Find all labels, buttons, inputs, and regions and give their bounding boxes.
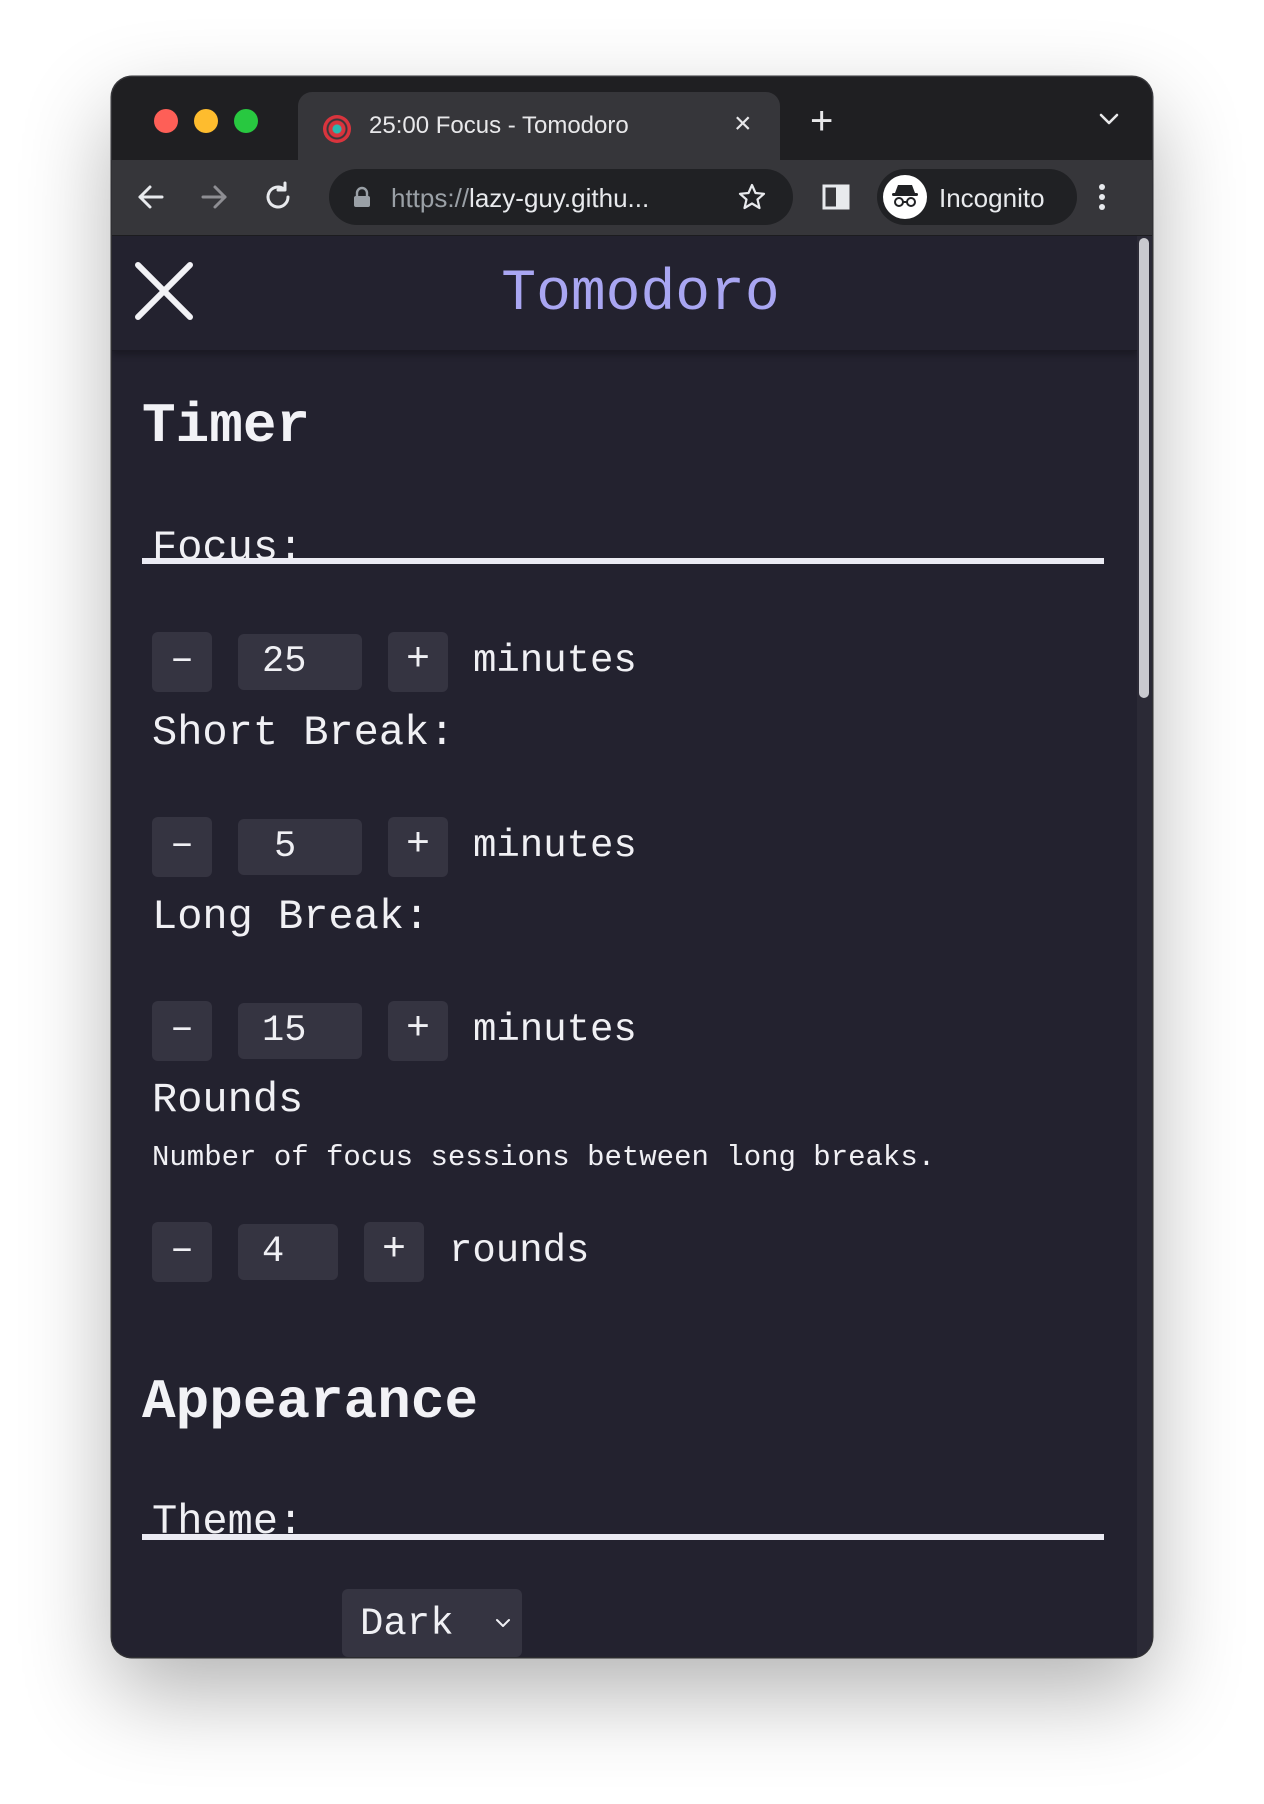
tomato-target-icon [323, 115, 351, 143]
reload-icon[interactable] [261, 180, 295, 214]
browser-toolbar: https://lazy-guy.githu... Incognito [112, 160, 1152, 236]
focus-decrement-button[interactable]: – [152, 632, 212, 692]
appearance-heading: Appearance [142, 1370, 479, 1434]
forward-arrow-icon[interactable] [197, 180, 231, 214]
short-break-unit: minutes [473, 824, 637, 868]
rounds-label: Rounds [152, 1076, 304, 1124]
app-header: Tomodoro [112, 236, 1137, 351]
short-break-decrement-button[interactable]: – [152, 817, 212, 877]
incognito-label: Incognito [939, 183, 1045, 213]
rounds-decrement-button[interactable]: – [152, 1222, 212, 1282]
long-break-unit: minutes [473, 1008, 637, 1052]
focus-minutes-input[interactable]: 25 [238, 634, 362, 690]
incognito-profile-button[interactable]: Incognito [877, 169, 1077, 225]
rounds-description: Number of focus sessions between long br… [152, 1141, 936, 1174]
url-scheme: https:// [391, 183, 470, 213]
long-break-decrement-button[interactable]: – [152, 1001, 212, 1061]
tab-strip: 25:00 Focus - Tomodoro × + [112, 77, 1152, 160]
focus-increment-button[interactable]: + [388, 632, 448, 692]
rounds-unit: rounds [449, 1229, 590, 1273]
theme-label: Theme: [152, 1498, 304, 1546]
bookmark-star-icon[interactable] [737, 182, 767, 212]
address-bar[interactable]: https://lazy-guy.githu... [329, 169, 793, 225]
app-title: Tomodoro [112, 262, 1137, 327]
minimize-window-button[interactable] [194, 109, 218, 133]
scrollbar-track[interactable] [1137, 236, 1152, 1657]
timer-heading: Timer [142, 394, 311, 458]
long-break-minutes-input[interactable]: 15 [238, 1003, 362, 1059]
short-break-increment-button[interactable]: + [388, 817, 448, 877]
theme-select[interactable]: Dark [342, 1589, 522, 1657]
close-window-button[interactable] [154, 109, 178, 133]
back-arrow-icon[interactable] [134, 180, 168, 214]
incognito-icon [883, 175, 927, 219]
long-break-label: Long Break: [152, 893, 430, 941]
theme-selected-value: Dark [360, 1602, 454, 1646]
url-host: lazy-guy.githu... [469, 183, 650, 213]
lock-icon[interactable] [351, 186, 373, 208]
long-break-increment-button[interactable]: + [388, 1001, 448, 1061]
tab-title: 25:00 Focus - Tomodoro [369, 112, 629, 139]
close-tab-icon[interactable]: × [734, 108, 752, 140]
chevron-down-icon [496, 1619, 510, 1627]
rounds-increment-button[interactable]: + [364, 1222, 424, 1282]
new-tab-button[interactable]: + [810, 101, 833, 141]
browser-window: 25:00 Focus - Tomodoro × + https://lazy- [112, 77, 1152, 1657]
url-text[interactable]: https://lazy-guy.githu... [391, 183, 649, 214]
more-menu-icon[interactable] [1092, 180, 1112, 214]
scrollbar-thumb[interactable] [1139, 238, 1149, 698]
chevron-down-icon[interactable] [1097, 107, 1121, 131]
rounds-input[interactable]: 4 [238, 1224, 338, 1280]
browser-tab[interactable]: 25:00 Focus - Tomodoro × [298, 92, 780, 160]
zoom-window-button[interactable] [234, 109, 258, 133]
focus-unit: minutes [473, 639, 637, 683]
focus-label: Focus: [152, 524, 304, 572]
side-panel-icon[interactable] [820, 181, 852, 213]
short-break-minutes-input[interactable]: 5 [238, 819, 362, 875]
app-title-text: Tomodoro [501, 262, 780, 327]
short-break-label: Short Break: [152, 709, 455, 757]
page-content: Tomodoro Timer Focus: – 25 + minutes Sho… [112, 236, 1152, 1657]
